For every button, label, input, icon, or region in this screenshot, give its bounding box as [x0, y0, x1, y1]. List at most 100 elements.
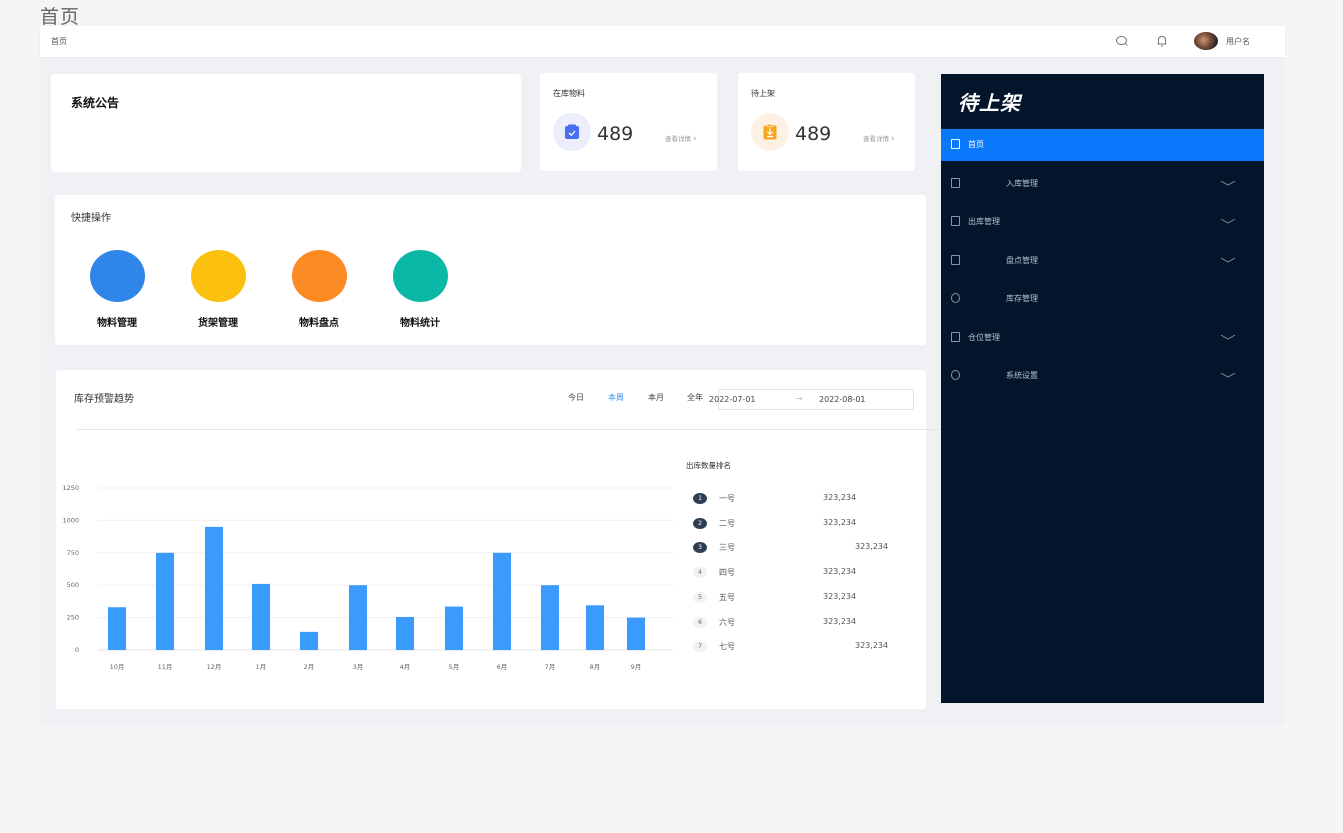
bar[interactable] [252, 583, 270, 650]
ranking-row: 3 三号 323,234 [693, 542, 903, 556]
ranking-row: 6 六号 323,234 [693, 616, 903, 631]
chevron-down-icon[interactable] [1220, 180, 1236, 186]
date-start[interactable]: 2022-07-01 [709, 395, 756, 404]
rank-badge: 6 [693, 616, 707, 628]
x-tick-label: 2月 [304, 663, 315, 671]
rank-name: 七号 [719, 642, 735, 652]
stat-card-in-stock: 在库物料 489 查看详情 › [540, 73, 717, 171]
rank-badge: 7 [693, 641, 707, 653]
y-tick-label: 1000 [62, 516, 79, 524]
quick-action-shelf-management[interactable]: 货架管理 [178, 250, 258, 329]
rank-value: 323,234 [823, 567, 857, 577]
top-header: 首页 用户名 [40, 26, 1285, 57]
bar[interactable] [156, 552, 174, 650]
quick-action-circle-icon [291, 250, 347, 302]
rank-badge: 1 [693, 493, 707, 504]
bar[interactable] [493, 552, 511, 650]
sidebar-menu: 待上架 首页 入库管理 出库管理 盘点管理 库存管理 仓位管理 系统设置 [941, 74, 1264, 703]
ranking-row: 5 五号 323,234 [693, 591, 903, 606]
view-details-link[interactable]: 查看详情 › [665, 133, 697, 144]
sidebar-item-label: 系统设置 [1006, 371, 1038, 380]
settings-icon [951, 370, 960, 380]
bar[interactable] [396, 616, 414, 650]
rank-name: 五号 [719, 592, 735, 602]
rank-badge: 4 [693, 567, 707, 579]
x-tick-label: 5月 [449, 663, 460, 671]
search-icon[interactable] [1115, 34, 1129, 48]
bar[interactable] [586, 605, 604, 650]
storage-location-icon [951, 331, 960, 342]
chevron-down-icon[interactable] [1220, 257, 1236, 263]
bar[interactable] [349, 585, 367, 650]
quick-action-material-statistics[interactable]: 物料统计 [380, 250, 460, 329]
ranking-row: 1 一号 323,234 [693, 493, 903, 507]
quick-action-material-management[interactable]: 物料管理 [77, 250, 157, 329]
view-details-link[interactable]: 查看详情 › [863, 133, 895, 144]
sidebar-item-label: 库存管理 [1006, 294, 1038, 303]
date-end[interactable]: 2022-08-01 [819, 395, 866, 404]
system-notice-card: 系统公告 [51, 74, 521, 172]
quick-action-label: 物料管理 [97, 318, 137, 329]
sidebar-item-stock[interactable]: 库存管理 [941, 283, 1264, 315]
bar[interactable] [205, 526, 223, 650]
quick-action-label: 物料盘点 [299, 318, 339, 329]
sidebar-item-home[interactable]: 首页 [941, 129, 1264, 161]
bar[interactable] [627, 617, 645, 650]
stat-card-pending-shelving: 待上架 489 查看详情 › [738, 73, 915, 171]
clipboard-download-icon [763, 124, 777, 140]
ranking-row: 7 七号 323,234 [693, 641, 903, 655]
sidebar-item-storage-location[interactable]: 仓位管理 [941, 322, 1264, 354]
quick-action-circle-icon [89, 250, 145, 302]
sidebar-item-inbound[interactable]: 入库管理 [941, 168, 1264, 200]
chevron-down-icon[interactable] [1220, 218, 1236, 224]
bar-chart: 0 250 500 750 1000 1250 10月 11月 12月 1月 2月 3月 4月 5月 6月 7… [62, 484, 673, 671]
chevron-right-icon: › [891, 134, 895, 144]
quick-action-label: 物料统计 [400, 318, 440, 329]
stat-value: 489 [795, 123, 832, 145]
sidebar-item-label: 入库管理 [1006, 178, 1038, 188]
ranking-row: 4 四号 323,234 [693, 567, 903, 581]
chevron-down-icon[interactable] [1220, 334, 1236, 340]
view-details-label: 查看详情 [665, 135, 691, 143]
date-range-picker[interactable]: 2022-07-01 → 2022-08-01 [709, 389, 914, 410]
quick-action-circle-icon [190, 250, 246, 302]
username[interactable]: 用户名 [1226, 36, 1250, 47]
bar[interactable] [541, 585, 559, 650]
notice-title: 系统公告 [71, 96, 120, 110]
tab-this-year[interactable]: 全年 [687, 392, 703, 403]
sidebar-item-settings[interactable]: 系统设置 [941, 360, 1264, 392]
stat-value: 489 [597, 123, 634, 145]
ranking-title: 出库数量排名 [686, 461, 731, 470]
inventory-check-icon [951, 254, 960, 265]
quick-actions-title: 快捷操作 [71, 213, 111, 224]
sidebar-item-label: 盘点管理 [1006, 255, 1038, 265]
bar[interactable] [300, 631, 318, 650]
quick-action-material-count[interactable]: 物料盘点 [279, 250, 359, 329]
inbound-icon [951, 177, 960, 188]
x-tick-label: 1月 [256, 663, 267, 671]
stock-icon [951, 293, 960, 303]
rank-value: 323,234 [855, 542, 889, 552]
chevron-down-icon[interactable] [1220, 372, 1236, 378]
home-icon [951, 139, 960, 149]
y-tick-label: 750 [67, 549, 79, 557]
outbound-icon [951, 216, 960, 226]
sidebar-item-outbound[interactable]: 出库管理 [941, 206, 1264, 238]
bar[interactable] [445, 606, 463, 650]
bell-icon[interactable] [1155, 34, 1169, 48]
x-tick-label: 3月 [353, 663, 364, 671]
bar[interactable] [108, 607, 126, 650]
breadcrumb[interactable]: 首页 [51, 36, 67, 47]
view-details-label: 查看详情 [863, 135, 889, 143]
sidebar-item-label: 首页 [968, 140, 984, 149]
x-tick-label: 4月 [400, 663, 411, 671]
y-tick-label: 1250 [62, 484, 79, 492]
rank-value: 323,234 [823, 591, 857, 601]
rank-value: 323,234 [823, 616, 857, 626]
sidebar-item-label: 仓位管理 [968, 332, 1000, 342]
avatar[interactable] [1194, 32, 1218, 50]
y-tick-label: 500 [67, 581, 79, 589]
stat-label: 在库物料 [553, 89, 585, 98]
rank-badge: 2 [693, 517, 707, 529]
sidebar-item-inventory-check[interactable]: 盘点管理 [941, 245, 1264, 277]
